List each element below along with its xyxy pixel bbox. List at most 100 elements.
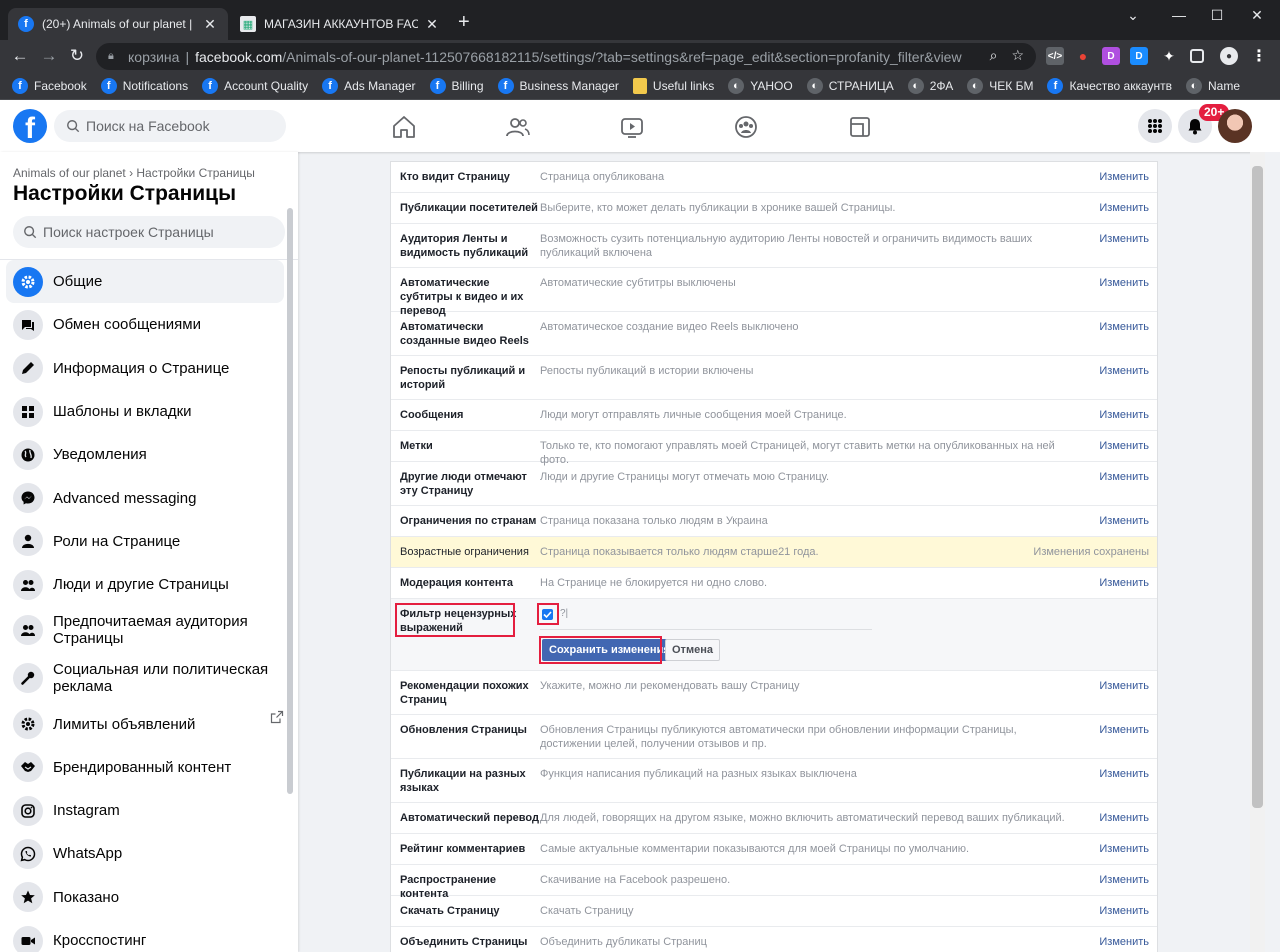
edit-link[interactable]: Изменить	[1099, 439, 1149, 453]
sidebar-item-page-info[interactable]: Информация о Странице	[6, 347, 284, 390]
settings-row-similar-pages[interactable]: Рекомендации похожих Страниц Укажите, мо…	[391, 671, 1157, 715]
settings-row-merge-pages[interactable]: Объединить Страницы Объединить дубликаты…	[391, 927, 1157, 952]
sidebar-item-branded-content[interactable]: Брендированный контент	[6, 746, 284, 789]
bookmark-item[interactable]: f Billing	[429, 78, 484, 94]
edit-link[interactable]: Изменить	[1099, 904, 1149, 918]
edit-link[interactable]: Изменить	[1099, 408, 1149, 422]
close-tab-icon[interactable]: ✕	[202, 16, 218, 33]
sidebar-item-people-pages[interactable]: Люди и другие Страницы	[6, 563, 284, 606]
facebook-search-input[interactable]: Поиск на Facebook	[54, 110, 286, 142]
edit-link[interactable]: Изменить	[1099, 201, 1149, 215]
edit-link[interactable]: Изменить	[1099, 364, 1149, 378]
edit-link[interactable]: Изменить	[1099, 470, 1149, 484]
menu-grid-button[interactable]	[1138, 109, 1172, 143]
bookmark-item[interactable]: ◐ YAHOO	[728, 78, 793, 94]
new-tab-icon[interactable]: +	[458, 12, 470, 32]
settings-row-auto-captions[interactable]: Автоматические субтитры к видео и их пер…	[391, 268, 1157, 317]
extension-code-icon[interactable]: </>	[1046, 47, 1064, 65]
sidebar-item-ad-limits[interactable]: Лимиты объявлений	[6, 702, 284, 745]
bookmark-item[interactable]: f Качество аккаунтв	[1047, 78, 1172, 94]
sidebar-item-advanced-messaging[interactable]: Advanced messaging	[6, 476, 284, 519]
settings-row-country-restrictions[interactable]: Ограничения по странам Страница показана…	[391, 506, 1157, 537]
sidebar-item-whatsapp[interactable]: WhatsApp	[6, 832, 284, 875]
settings-row-tags[interactable]: Метки Только те, кто помогают управлять …	[391, 431, 1157, 466]
browser-tab-shop[interactable]: ▦ МАГАЗИН АККАУНТОВ FACEBOOK ✕	[230, 8, 450, 40]
settings-row-content-distribution[interactable]: Распространение контента Скачивание на F…	[391, 865, 1157, 900]
friends-icon[interactable]	[505, 114, 531, 140]
bookmark-item[interactable]: f Ads Manager	[322, 78, 416, 94]
gaming-icon[interactable]	[847, 114, 873, 140]
sidebar-item-crossposting[interactable]: Кросспостинг	[6, 919, 284, 952]
sidebar-item-messaging[interactable]: Обмен сообщениями	[6, 303, 284, 346]
breadcrumb[interactable]: Animals of our planet › Настройки Страни…	[13, 166, 255, 180]
edit-link[interactable]: Изменить	[1099, 935, 1149, 949]
edit-link[interactable]: Изменить	[1099, 842, 1149, 856]
bookmark-item[interactable]: ◐ Name	[1186, 78, 1240, 94]
sidebar-item-political-ads[interactable]: Социальная или политическая реклама	[6, 654, 284, 702]
zoom-icon[interactable]: ⌕	[990, 47, 998, 64]
bookmark-item[interactable]: f Business Manager	[497, 78, 619, 94]
extension-purple-icon[interactable]: D	[1102, 47, 1120, 65]
browser-menu-icon[interactable]: ⋮	[1250, 47, 1268, 65]
sidebar-item-notifications[interactable]: Уведомления	[6, 433, 284, 476]
settings-row-auto-translate[interactable]: Автоматический перевод Для людей, говоря…	[391, 803, 1157, 834]
side-panel-icon[interactable]	[1190, 49, 1204, 63]
settings-row-others-tag[interactable]: Другие люди отмечают эту Страницу Люди и…	[391, 462, 1157, 506]
sidebar-item-general[interactable]: Общие	[6, 260, 284, 304]
forward-arrow-icon[interactable]: →	[38, 45, 60, 67]
address-bar[interactable]: 🔒︎ корзина | facebook.com /Animals-of-ou…	[96, 43, 1036, 70]
settings-row-comment-ranking[interactable]: Рейтинг комментариев Самые актуальные ко…	[391, 834, 1157, 865]
browser-tab-facebook[interactable]: f (20+) Animals of our planet | Facebook…	[8, 8, 228, 40]
edit-link[interactable]: Изменить	[1099, 232, 1149, 246]
edit-link[interactable]: Изменить	[1099, 873, 1149, 887]
home-icon[interactable]	[391, 114, 417, 140]
facebook-logo-icon[interactable]: f	[13, 109, 47, 143]
settings-row-download-page[interactable]: Скачать Страницу Скачать Страницу Измени…	[391, 896, 1157, 927]
reload-icon[interactable]: ↻	[66, 45, 88, 67]
bookmark-item[interactable]: ◐ 2ФА	[907, 78, 953, 94]
settings-row-feed-audience[interactable]: Аудитория Ленты и видимость публикаций В…	[391, 224, 1157, 268]
bookmark-item[interactable]: f Notifications	[100, 78, 188, 94]
bookmark-star-icon[interactable]: ☆	[1011, 47, 1024, 64]
close-tab-icon[interactable]: ✕	[424, 16, 440, 33]
bookmark-item[interactable]: f Account Quality	[202, 78, 308, 94]
edit-link[interactable]: Изменить	[1099, 811, 1149, 825]
settings-row-multilingual[interactable]: Публикации на разных языках Функция напи…	[391, 759, 1157, 803]
main-scrollbar[interactable]	[1250, 152, 1265, 952]
edit-link[interactable]: Изменить	[1099, 514, 1149, 528]
bookmark-item[interactable]: ◐ СТРАНИЦА	[806, 78, 894, 94]
settings-row-age-restrictions[interactable]: Возрастные ограничения Страница показыва…	[391, 537, 1157, 568]
settings-row-page-visibility[interactable]: Кто видит Страницу Страница опубликована…	[391, 162, 1157, 193]
edit-link[interactable]: Изменить	[1099, 320, 1149, 334]
extensions-puzzle-icon[interactable]: ✦	[1160, 47, 1178, 65]
help-icon[interactable]: ?|	[560, 608, 568, 619]
edit-link[interactable]: Изменить	[1099, 576, 1149, 590]
bookmark-item[interactable]: f Facebook	[12, 78, 87, 94]
window-close-icon[interactable]: ✕	[1234, 4, 1280, 26]
settings-row-messages[interactable]: Сообщения Люди могут отправлять личные с…	[391, 400, 1157, 431]
settings-row-auto-reels[interactable]: Автоматически созданные видео Reels Авто…	[391, 312, 1157, 356]
tab-search-icon[interactable]: ⌄	[1110, 4, 1156, 26]
sidebar-item-page-roles[interactable]: Роли на Странице	[6, 520, 284, 563]
scrollbar-thumb[interactable]	[1252, 166, 1263, 808]
sidebar-item-instagram[interactable]: Instagram	[6, 789, 284, 832]
edit-link[interactable]: Изменить	[1099, 723, 1149, 737]
groups-icon[interactable]	[733, 114, 759, 140]
settings-row-visitor-posts[interactable]: Публикации посетителей Выберите, кто мож…	[391, 193, 1157, 224]
cancel-button[interactable]: Отмена	[665, 639, 720, 661]
settings-row-page-updates[interactable]: Обновления Страницы Обновления Страницы …	[391, 715, 1157, 759]
back-arrow-icon[interactable]: ←	[9, 45, 31, 67]
sidebar-item-templates[interactable]: Шаблоны и вкладки	[6, 390, 284, 433]
bookmark-item[interactable]: ◐ ЧЕК БМ	[967, 78, 1033, 94]
profile-icon[interactable]: ●	[1220, 47, 1238, 65]
extension-blue-icon[interactable]: D	[1130, 47, 1148, 65]
settings-search-input[interactable]: Поиск настроек Страницы	[13, 216, 285, 248]
watch-icon[interactable]	[619, 114, 645, 140]
edit-link[interactable]: Изменить	[1099, 679, 1149, 693]
external-link-icon[interactable]	[270, 710, 284, 724]
sidebar-item-preferred-audience[interactable]: Предпочитаемая аудитория Страницы	[6, 606, 284, 654]
sidebar-item-featured[interactable]: Показано	[6, 876, 284, 919]
edit-link[interactable]: Изменить	[1099, 276, 1149, 290]
bookmark-item[interactable]: Useful links	[632, 78, 714, 94]
edit-link[interactable]: Изменить	[1099, 767, 1149, 781]
